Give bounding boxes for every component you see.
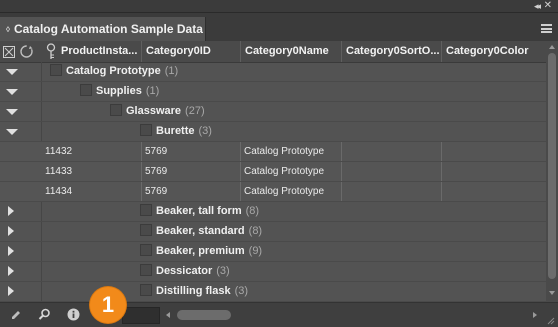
group-label: Dessicator (3) xyxy=(140,262,230,281)
scroll-up-icon[interactable] xyxy=(549,45,555,49)
cell-category-color[interactable] xyxy=(442,162,546,181)
cell-category-sort[interactable] xyxy=(342,162,442,181)
cell-category-name[interactable]: Catalog Prototype xyxy=(241,142,342,161)
expand-toggle[interactable] xyxy=(0,222,42,241)
group-label: Beaker, tall form (8) xyxy=(140,202,259,221)
group-checkbox[interactable] xyxy=(50,64,62,76)
scroll-left-icon[interactable] xyxy=(166,312,170,318)
scroll-down-icon[interactable] xyxy=(549,291,555,295)
panel-menu-icon[interactable] xyxy=(541,24,552,33)
panel-tab[interactable]: ◊ Catalog Automation Sample Data xyxy=(0,17,206,41)
group-label: Burette (3) xyxy=(140,122,212,141)
triangle-right-icon xyxy=(8,286,14,296)
callout-badge: 1 xyxy=(90,287,126,323)
group-row[interactable]: Supplies (1) xyxy=(0,82,546,102)
triangle-right-icon xyxy=(8,226,14,236)
column-header-category-id[interactable]: Category0ID xyxy=(142,41,241,62)
data-panel: ◂◂ ✕ ◊ Catalog Automation Sample Data Pro… xyxy=(0,0,558,327)
group-label: Beaker, premium (9) xyxy=(140,242,262,261)
group-row[interactable]: Beaker, premium (9) xyxy=(0,242,546,262)
group-row[interactable]: Distilling flask (3) xyxy=(0,282,546,302)
expand-toggle[interactable] xyxy=(0,242,42,261)
triangle-down-icon xyxy=(6,89,18,95)
vertical-scroll-thumb[interactable] xyxy=(548,53,556,279)
column-header-category-sort[interactable]: Category0SortO... xyxy=(342,41,442,62)
info-icon[interactable] xyxy=(67,308,80,326)
scroll-right-icon[interactable] xyxy=(533,312,537,318)
expand-toggle[interactable] xyxy=(0,122,42,141)
group-checkbox[interactable] xyxy=(140,204,152,216)
collapse-panel-icon[interactable]: ◂◂ xyxy=(534,0,541,12)
panel-top-strip: ◂◂ ✕ xyxy=(0,0,558,13)
group-checkbox[interactable] xyxy=(140,244,152,256)
cell-product[interactable]: 11432 xyxy=(42,142,142,161)
cell-category-name[interactable]: Catalog Prototype xyxy=(241,182,342,201)
group-row[interactable]: Burette (3) xyxy=(0,122,546,142)
cell-product[interactable]: 11434 xyxy=(42,182,142,201)
expand-toggle[interactable] xyxy=(0,202,42,221)
cell-category-name[interactable]: Catalog Prototype xyxy=(241,162,342,181)
close-panel-icon[interactable]: ✕ xyxy=(544,0,552,12)
cell-category-id[interactable]: 5769 xyxy=(142,182,241,201)
group-label: Supplies (1) xyxy=(80,82,159,101)
cell-category-color[interactable] xyxy=(442,142,546,161)
column-header-row: ProductInsta... Category0ID Category0Nam… xyxy=(0,41,546,63)
pencil-icon[interactable] xyxy=(10,308,22,326)
expand-toggle[interactable] xyxy=(0,62,42,81)
cell-category-color[interactable] xyxy=(442,182,546,201)
horizontal-scroll-thumb[interactable] xyxy=(177,310,231,320)
triangle-right-icon xyxy=(8,266,14,276)
expand-toggle[interactable] xyxy=(0,282,42,301)
group-row[interactable]: Catalog Prototype (1) xyxy=(0,62,546,82)
group-checkbox[interactable] xyxy=(140,264,152,276)
group-label: Beaker, standard (8) xyxy=(140,222,262,241)
group-checkbox[interactable] xyxy=(140,124,152,136)
triangle-down-icon xyxy=(6,109,18,115)
group-row[interactable]: Glassware (27) xyxy=(0,102,546,122)
group-label: Glassware (27) xyxy=(110,102,205,121)
expand-toggle[interactable] xyxy=(0,82,42,101)
record-field[interactable] xyxy=(122,307,160,324)
cell-category-sort[interactable] xyxy=(342,182,442,201)
panel-tab-row: ◊ Catalog Automation Sample Data xyxy=(0,13,558,41)
vertical-scrollbar[interactable] xyxy=(546,41,558,303)
panel-title: Catalog Automation Sample Data xyxy=(13,22,203,36)
cell-category-sort[interactable] xyxy=(342,142,442,161)
group-row[interactable]: Beaker, standard (8) xyxy=(0,222,546,242)
expand-toggle[interactable] xyxy=(0,262,42,281)
up-down-arrows-icon: ◊ xyxy=(6,25,10,34)
triangle-right-icon xyxy=(8,246,14,256)
triangle-down-icon xyxy=(6,129,18,135)
expand-toggle[interactable] xyxy=(0,102,42,121)
cell-category-id[interactable]: 5769 xyxy=(142,162,241,181)
group-label: Distilling flask (3) xyxy=(140,282,248,301)
cell-category-id[interactable]: 5769 xyxy=(142,142,241,161)
group-checkbox[interactable] xyxy=(80,84,92,96)
cell-product[interactable]: 11433 xyxy=(42,162,142,181)
group-checkbox[interactable] xyxy=(110,104,122,116)
group-row[interactable]: Beaker, tall form (8) xyxy=(0,202,546,222)
panel-footer xyxy=(0,302,558,327)
group-row[interactable]: Dessicator (3) xyxy=(0,262,546,282)
search-icon[interactable] xyxy=(38,308,51,326)
group-checkbox[interactable] xyxy=(140,224,152,236)
group-checkbox[interactable] xyxy=(140,284,152,296)
column-header-category-name[interactable]: Category0Name xyxy=(241,41,342,62)
table-row[interactable]: 11433 5769 Catalog Prototype xyxy=(0,162,546,182)
column-header-product[interactable]: ProductInsta... xyxy=(57,41,142,62)
data-grid: Catalog Prototype (1) Supplies (1) Glasswa… xyxy=(0,62,546,302)
triangle-right-icon xyxy=(8,206,14,216)
group-label: Catalog Prototype (1) xyxy=(50,62,178,81)
table-row[interactable]: 11434 5769 Catalog Prototype xyxy=(0,182,546,202)
column-header-category-color[interactable]: Category0Color xyxy=(442,41,546,62)
triangle-down-icon xyxy=(6,69,18,75)
refresh-icon[interactable] xyxy=(19,44,34,64)
resize-grip-icon[interactable] xyxy=(547,317,555,325)
select-all-icon[interactable] xyxy=(3,45,15,63)
table-row[interactable]: 11432 5769 Catalog Prototype xyxy=(0,142,546,162)
